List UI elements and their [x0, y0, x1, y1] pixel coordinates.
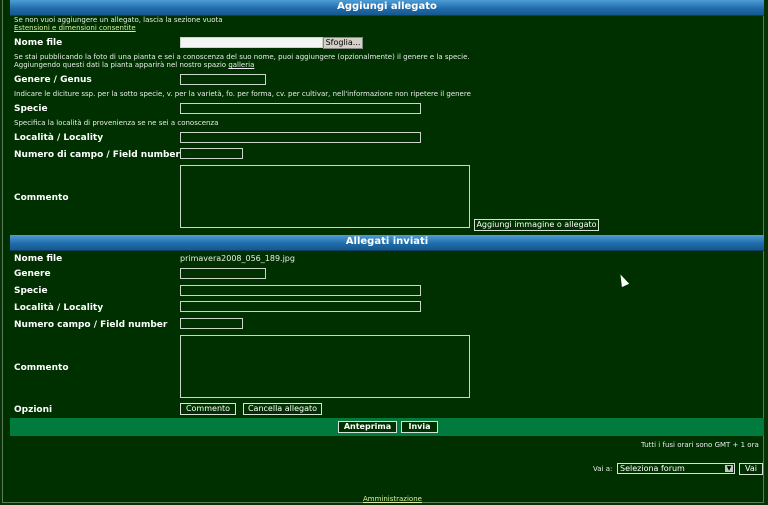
preview-button[interactable]: Anteprima	[338, 421, 397, 433]
photo-note-2: Aggiungendo questi dati la pianta appari…	[14, 61, 255, 69]
sent-comment-textarea[interactable]	[180, 335, 470, 398]
browse-button[interactable]: Sfoglia...	[323, 37, 363, 49]
species-label: Specie	[14, 104, 48, 114]
genus-input[interactable]	[180, 74, 266, 85]
forum-select[interactable]: Seleziona forum ▼	[617, 463, 735, 474]
sent-locality-input[interactable]	[180, 301, 421, 312]
genus-label: Genere / Genus	[14, 75, 92, 85]
gallery-link[interactable]: galleria	[228, 61, 254, 69]
locality-note: Specifica la località di provenienza se …	[14, 119, 219, 127]
species-input[interactable]	[180, 103, 421, 114]
field-number-input[interactable]	[180, 148, 243, 159]
comment-label: Commento	[14, 193, 69, 203]
sent-genus-input[interactable]	[180, 268, 266, 279]
add-attachment-button[interactable]: Aggiungi immagine o allegato	[474, 219, 599, 231]
chevron-down-icon: ▼	[725, 465, 733, 472]
sent-comment-label: Commento	[14, 363, 69, 373]
add-attachment-header: Aggiungi allegato	[10, 0, 764, 16]
sent-attachments-header: Allegati inviati	[10, 235, 764, 251]
sent-file-name-label: Nome file	[14, 254, 63, 264]
comment-button[interactable]: Commento	[180, 403, 236, 415]
admin-link[interactable]: Amministrazione	[363, 495, 422, 504]
file-input[interactable]	[180, 37, 323, 48]
sent-locality-label: Località / Locality	[14, 303, 104, 313]
options-label: Opzioni	[14, 405, 53, 415]
sent-field-number-label: Numero campo / Field number	[14, 320, 168, 330]
extensions-link[interactable]: Estensioni e dimensioni consentite	[14, 24, 136, 33]
sent-species-input[interactable]	[180, 285, 421, 296]
go-button[interactable]: Vai	[739, 463, 763, 475]
locality-input[interactable]	[180, 132, 421, 143]
timezone-text: Tutti i fusi orari sono GMT + 1 ora	[641, 441, 759, 449]
field-number-label: Numero di campo / Field number	[14, 150, 180, 160]
delete-attachment-button[interactable]: Cancella allegato	[243, 403, 322, 415]
mouse-cursor-icon	[616, 272, 630, 288]
comment-textarea[interactable]	[180, 165, 470, 228]
sent-field-number-input[interactable]	[180, 318, 243, 329]
posting-frame: Aggiungi allegato Se non vuoi aggiungere…	[2, 0, 764, 503]
sent-genus-label: Genere	[14, 269, 51, 279]
sent-file-name-value: primavera2008_056_189.jpg	[180, 254, 295, 263]
file-name-label: Nome file	[14, 38, 63, 48]
species-note: Indicare le diciture ssp. per la sotto s…	[14, 90, 471, 98]
locality-label: Località / Locality	[14, 133, 104, 143]
sent-species-label: Specie	[14, 286, 48, 296]
jump-label: Vai a:	[593, 465, 613, 473]
send-button[interactable]: Invia	[401, 421, 438, 433]
